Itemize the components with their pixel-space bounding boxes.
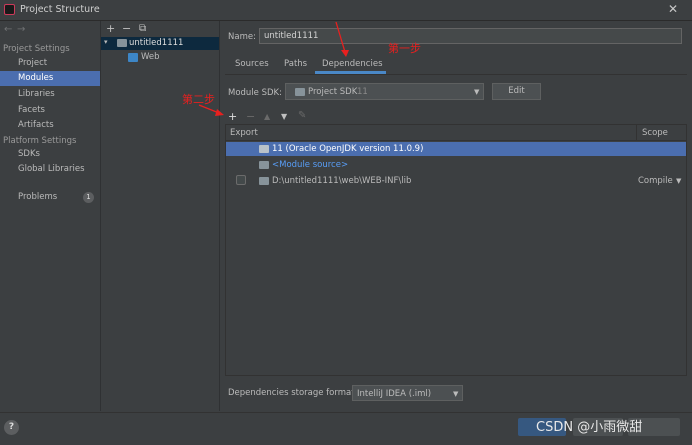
step1-arrow (335, 21, 346, 53)
annotation-arrows (198, 21, 349, 116)
step2-annotation: 第二步 (182, 93, 215, 106)
step1-annotation: 第一步 (388, 42, 421, 55)
